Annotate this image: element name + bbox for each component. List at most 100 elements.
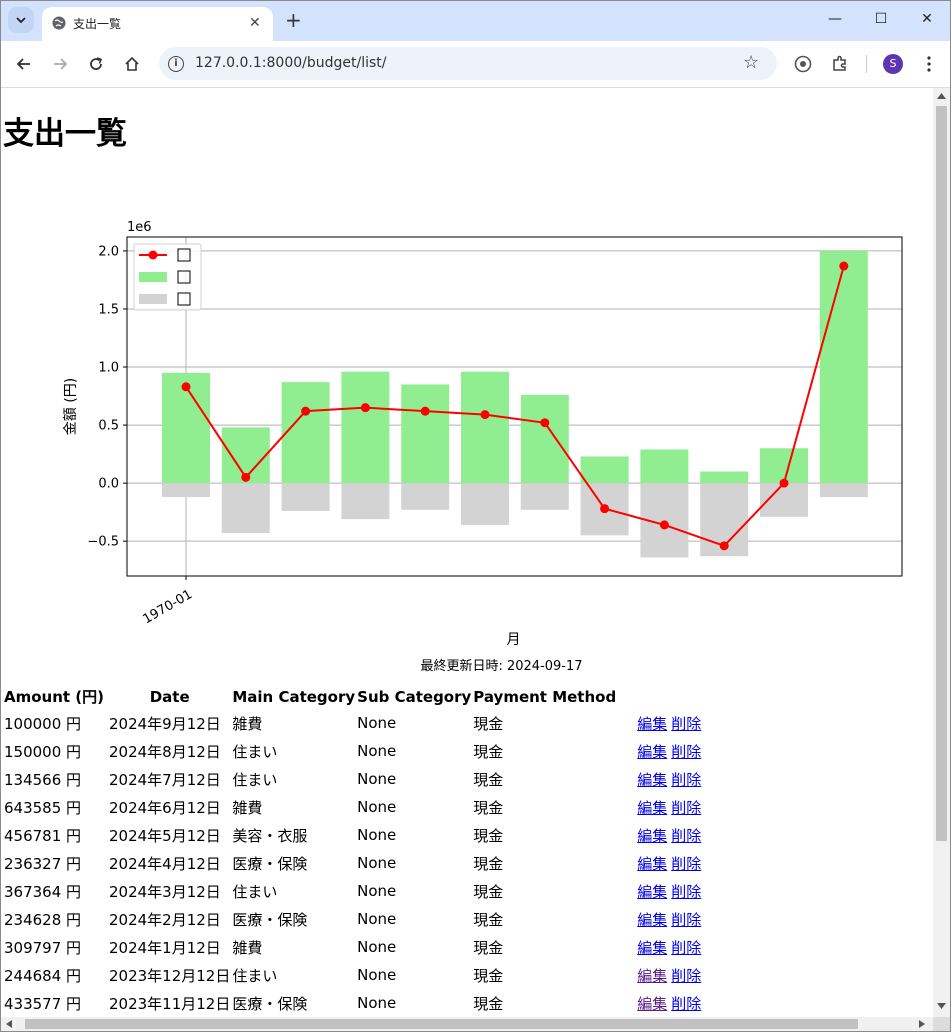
row-actions: 編集 削除 (617, 793, 706, 821)
globe-icon (52, 16, 66, 30)
delete-link[interactable]: 削除 (671, 855, 701, 873)
table-header-row: Amount (円) Date Main Category Sub Catego… (3, 684, 706, 709)
legend-bar-swatch (139, 272, 167, 282)
address-url[interactable]: 127.0.0.1:8000/budget/list/ (195, 55, 387, 71)
minimize-button[interactable]: — (825, 11, 845, 27)
home-icon (125, 56, 139, 71)
close-window-button[interactable]: ✕ (917, 11, 937, 27)
table-row: 433577 円 2023年11月12日 医療・保険 None 現金 編集 削除 (3, 989, 706, 1017)
main-category-cell: 雑費 (232, 714, 263, 733)
edit-link[interactable]: 編集 (637, 911, 667, 929)
forward-button[interactable] (49, 53, 71, 75)
edit-link[interactable]: 編集 (637, 715, 667, 733)
sub-category-cell: None (357, 714, 397, 732)
bookmark-star-icon[interactable]: ☆ (743, 52, 759, 73)
payment-method-cell: 現金 (473, 882, 504, 901)
delete-link[interactable]: 削除 (671, 715, 701, 733)
date-cell: 2024年7月12日 (109, 770, 221, 789)
data-point (420, 406, 430, 416)
google-lens-button[interactable] (792, 53, 814, 75)
row-actions: 編集 削除 (617, 821, 706, 849)
edit-link[interactable]: 編集 (637, 799, 667, 817)
horizontal-scrollbar[interactable] (1, 1017, 933, 1031)
column-header-sub-category: Sub Category (357, 687, 472, 706)
bar (281, 483, 330, 511)
delete-link[interactable]: 削除 (671, 743, 701, 761)
data-point (181, 382, 191, 392)
tab-search-button[interactable] (8, 7, 34, 33)
scroll-up-arrow-icon[interactable] (937, 92, 946, 99)
edit-link[interactable]: 編集 (637, 771, 667, 789)
budget-chart: −0.5 0.0 0.5 1.0 1.5 2.0 1970-01 1e6 月 金額 (円) (63, 220, 903, 648)
lens-icon (794, 55, 812, 73)
column-header-amount: Amount (円) (4, 688, 105, 706)
edit-link[interactable]: 編集 (637, 743, 667, 761)
scroll-left-arrow-icon[interactable] (5, 1020, 12, 1028)
chevron-down-icon (16, 17, 26, 24)
edit-link[interactable]: 編集 (637, 827, 667, 845)
row-actions: 編集 削除 (617, 737, 706, 765)
edit-link[interactable]: 編集 (637, 967, 667, 985)
x-axis-label: 月 (507, 632, 521, 648)
scrollbar-corner (933, 1017, 950, 1031)
delete-link[interactable]: 削除 (671, 883, 701, 901)
row-actions: 編集 削除 (617, 709, 706, 737)
bar (281, 382, 330, 484)
delete-link[interactable]: 削除 (671, 911, 701, 929)
row-actions: 編集 削除 (617, 961, 706, 989)
row-actions: 編集 削除 (617, 933, 706, 961)
edit-link[interactable]: 編集 (637, 855, 667, 873)
scroll-right-arrow-icon[interactable] (919, 1020, 926, 1028)
new-tab-button[interactable]: + (285, 10, 302, 30)
payment-method-cell: 現金 (473, 770, 504, 789)
bar (640, 449, 689, 484)
main-category-cell: 医療・保険 (232, 854, 308, 873)
address-bar[interactable]: i 127.0.0.1:8000/budget/list/ ☆ (159, 47, 777, 80)
bar (819, 250, 868, 484)
delete-link[interactable]: 削除 (671, 967, 701, 985)
edit-link[interactable]: 編集 (637, 939, 667, 957)
column-header-actions (617, 684, 706, 709)
delete-link[interactable]: 削除 (671, 771, 701, 789)
payment-method-cell: 現金 (473, 714, 504, 733)
y-axis-label: 金額 (円) (63, 378, 79, 435)
amount-cell: 234628 円 (4, 910, 82, 929)
date-cell: 2024年8月12日 (109, 742, 221, 761)
home-button[interactable] (121, 53, 143, 75)
data-point (301, 406, 311, 416)
table-row: 244684 円 2023年12月12日 住まい None 現金 編集 削除 (3, 961, 706, 989)
last-updated-text: 最終更新日時: 2024-09-17 (420, 659, 583, 674)
browser-tab[interactable]: 支出一覧 ✕ (42, 7, 273, 41)
maximize-button[interactable]: ☐ (871, 11, 891, 27)
vertical-scrollbar-thumb[interactable] (936, 106, 947, 841)
page-title: 支出一覧 (3, 116, 127, 152)
scroll-down-arrow-icon[interactable] (937, 1003, 946, 1010)
edit-link[interactable]: 編集 (637, 995, 667, 1013)
data-point (719, 541, 729, 551)
page-viewport: 支出一覧 −0.5 0.0 0.5 1.0 1.5 2.0 1970-01 1e6 月 金額 (円… (1, 88, 933, 1017)
row-actions: 編集 削除 (617, 877, 706, 905)
more-menu-button[interactable] (918, 53, 940, 75)
bar (819, 483, 868, 498)
edit-link[interactable]: 編集 (637, 883, 667, 901)
delete-link[interactable]: 削除 (671, 995, 701, 1013)
close-tab-icon[interactable]: ✕ (249, 15, 261, 31)
profile-avatar[interactable]: S (883, 54, 903, 74)
back-button[interactable] (13, 53, 35, 75)
date-cell: 2024年2月12日 (109, 910, 221, 929)
legend-bar-swatch (139, 294, 167, 304)
table-row: 456781 円 2024年5月12日 美容・衣服 None 現金 編集 削除 (3, 821, 706, 849)
reload-icon (90, 57, 103, 70)
sub-category-cell: None (357, 938, 397, 956)
row-actions: 編集 削除 (617, 765, 706, 793)
delete-link[interactable]: 削除 (671, 827, 701, 845)
delete-link[interactable]: 削除 (671, 799, 701, 817)
extensions-button[interactable] (829, 53, 851, 75)
horizontal-scrollbar-thumb[interactable] (25, 1019, 858, 1029)
date-cell: 2024年3月12日 (109, 882, 221, 901)
delete-link[interactable]: 削除 (671, 939, 701, 957)
reload-button[interactable] (85, 53, 107, 75)
data-point (659, 520, 669, 530)
vertical-scrollbar[interactable] (933, 88, 950, 1017)
site-info-icon[interactable]: i (168, 56, 184, 72)
